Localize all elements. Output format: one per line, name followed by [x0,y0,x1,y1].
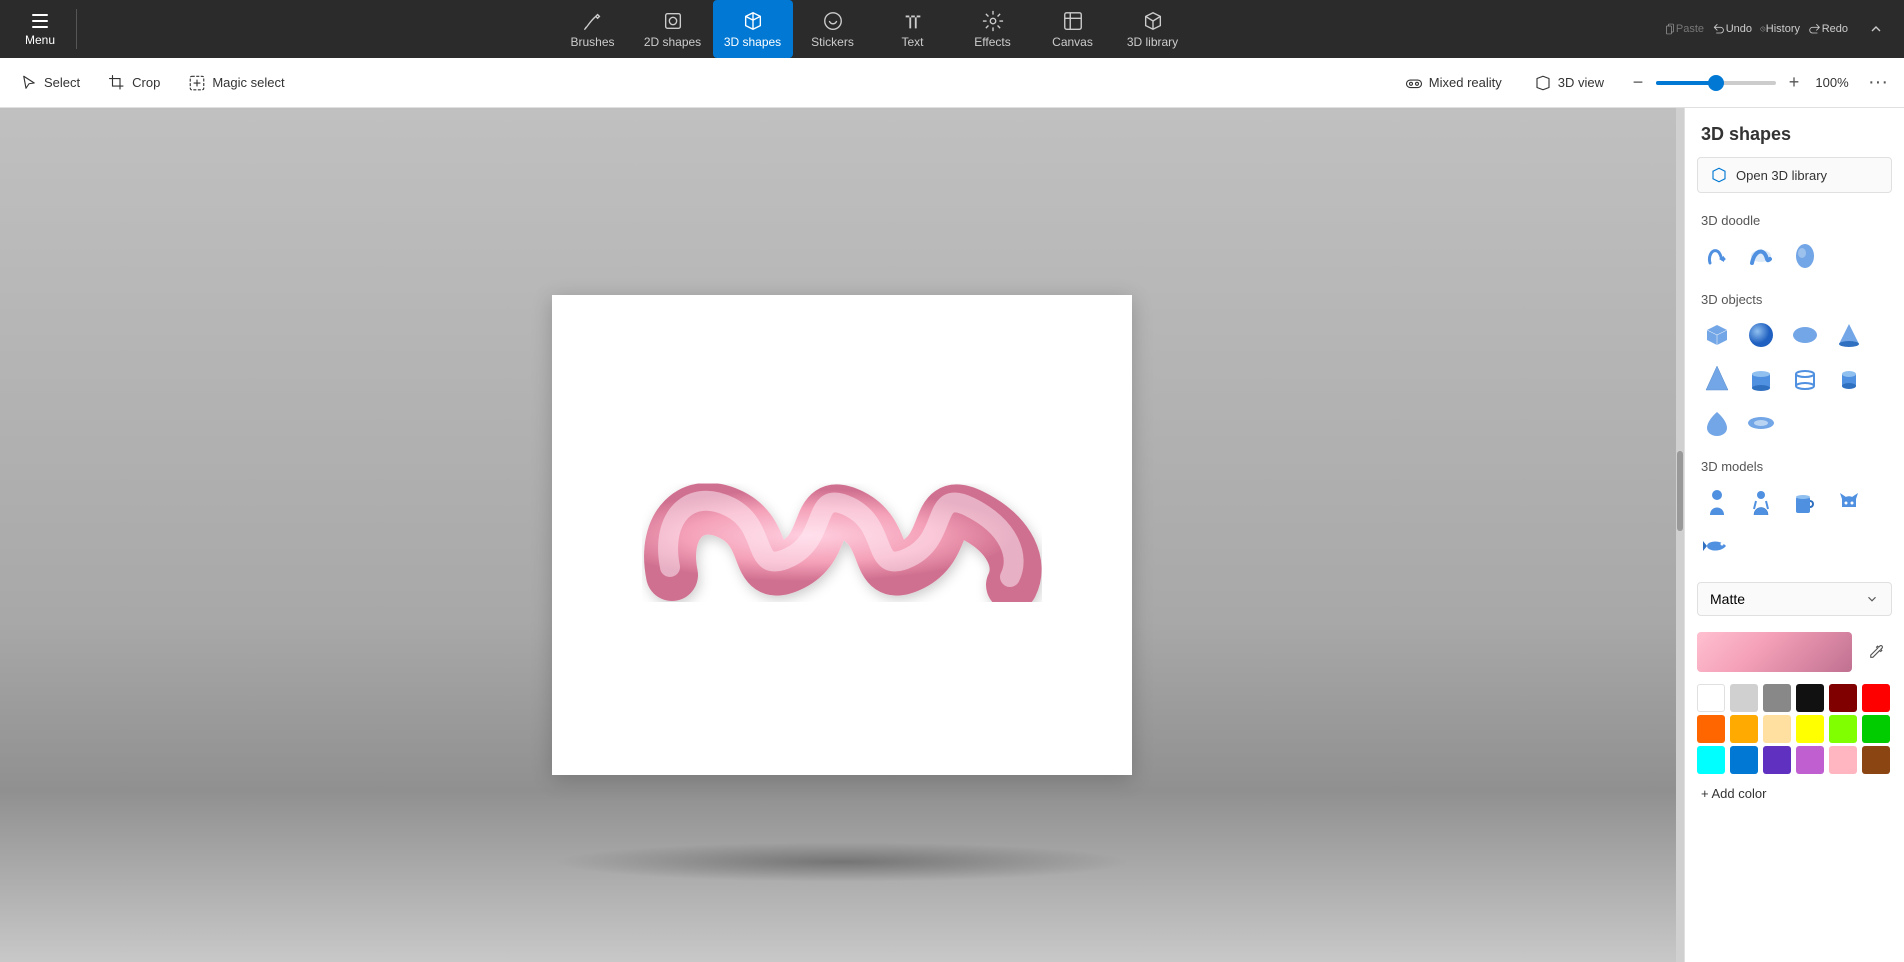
3d-teardrop[interactable] [1697,403,1737,443]
toolbar-stickers[interactable]: Stickers [793,0,873,58]
color-swatch-amber[interactable] [1730,715,1758,743]
vertical-scrollbar[interactable] [1676,108,1684,962]
section-3d-objects-label: 3D objects [1685,284,1904,311]
section-3d-doodle-label: 3D doodle [1685,205,1904,232]
crop-button[interactable]: Crop [96,68,172,98]
toolbar-group: Brushes 2D shapes 3D shapes Stickers [81,0,1664,58]
color-swatch-yellow[interactable] [1796,715,1824,743]
3d-objects-grid [1685,311,1904,451]
zoom-slider[interactable] [1656,81,1776,85]
magic-select-button[interactable]: Magic select [176,68,296,98]
color-palette [1685,680,1904,778]
secondary-toolbar-right: Mixed reality 3D view − + 100% ··· [1393,67,1896,98]
menu-label: Menu [25,33,55,47]
color-swatch-violet[interactable] [1796,746,1824,774]
zoom-in-button[interactable]: + [1780,69,1808,97]
mixed-reality-button[interactable]: Mixed reality [1393,68,1514,98]
3d-doodle-object[interactable] [642,435,1042,635]
paste-button[interactable]: Paste [1664,9,1704,49]
right-panel: 3D shapes Open 3D library 3D doodle [1684,108,1904,962]
3d-sphere[interactable] [1741,315,1781,355]
color-swatch-black[interactable] [1796,684,1824,712]
undo-button[interactable]: Undo [1712,9,1752,49]
zoom-percent: 100% [1812,75,1852,90]
3d-oval[interactable] [1785,315,1825,355]
3d-capsule[interactable] [1829,359,1869,399]
toolbar-2d-shapes[interactable]: 2D shapes [633,0,713,58]
color-swatch-lightgray[interactable] [1730,684,1758,712]
history-button[interactable]: History [1760,9,1800,49]
canvas-shadow [552,842,1132,882]
toolbar-divider [76,9,77,49]
color-swatch-cyan[interactable] [1697,746,1725,774]
3d-cube[interactable] [1697,315,1737,355]
color-swatch-blue[interactable] [1730,746,1758,774]
white-canvas [552,295,1132,775]
3d-model-person2[interactable] [1741,482,1781,522]
top-toolbar: Menu Brushes 2D shapes 3D shapes [0,0,1904,58]
zoom-controls: − + 100% [1624,69,1852,97]
menu-button[interactable]: Menu [8,0,72,58]
color-swatch-pink[interactable] [1829,746,1857,774]
color-swatch-lightyellow[interactable] [1763,715,1791,743]
3d-model-person1[interactable] [1697,482,1737,522]
select-button[interactable]: Select [8,68,92,98]
color-swatch-purple[interactable] [1763,746,1791,774]
open-3d-library-button[interactable]: Open 3D library [1697,157,1892,193]
eyedropper-button[interactable] [1860,636,1892,668]
doodle-shape-1[interactable] [1697,236,1737,276]
more-options-button[interactable]: ··· [1860,67,1896,98]
secondary-toolbar: Select Crop Magic select Mixed reality [0,58,1904,108]
toolbar-brushes[interactable]: Brushes [553,0,633,58]
toolbar-right: Paste Undo History Redo [1664,9,1896,49]
3d-view-button[interactable]: 3D view [1522,68,1616,98]
color-preview-row [1685,624,1904,680]
dropdown-chevron-icon [1865,592,1879,606]
canvas-background [0,108,1684,962]
toolbar-3d-shapes[interactable]: 3D shapes [713,0,793,58]
color-swatch-orange[interactable] [1697,715,1725,743]
color-swatch-brown[interactable] [1862,746,1890,774]
zoom-out-button[interactable]: − [1624,69,1652,97]
color-swatch-lime[interactable] [1829,715,1857,743]
3d-sharp-cone[interactable] [1697,359,1737,399]
3d-model-mug[interactable] [1785,482,1825,522]
redo-button[interactable]: Redo [1808,9,1848,49]
color-preview-box[interactable] [1697,632,1852,672]
3d-cone[interactable] [1829,315,1869,355]
color-swatch-green[interactable] [1862,715,1890,743]
color-swatch-white[interactable] [1697,684,1725,712]
material-dropdown[interactable]: Matte [1697,582,1892,616]
collapse-button[interactable] [1856,9,1896,49]
main-content: 3D shapes Open 3D library 3D doodle [0,108,1904,962]
3d-cylinder[interactable] [1741,359,1781,399]
color-swatch-darkred[interactable] [1829,684,1857,712]
panel-title: 3D shapes [1685,108,1904,153]
color-swatch-gray[interactable] [1763,684,1791,712]
3d-models-grid [1685,478,1904,574]
toolbar-3d-library[interactable]: 3D library [1113,0,1193,58]
3d-model-fish[interactable] [1697,526,1737,566]
color-swatch-red[interactable] [1862,684,1890,712]
3d-doodle-grid [1685,232,1904,284]
canvas-area[interactable] [0,108,1684,962]
3d-disc[interactable] [1741,403,1781,443]
doodle-shape-3[interactable] [1785,236,1825,276]
scrollbar-thumb[interactable] [1677,451,1683,531]
add-color-button[interactable]: + Add color [1685,778,1904,809]
doodle-shape-2[interactable] [1741,236,1781,276]
3d-hollow-cylinder[interactable] [1785,359,1825,399]
toolbar-canvas[interactable]: Canvas [1033,0,1113,58]
section-3d-models-label: 3D models [1685,451,1904,478]
3d-model-cat[interactable] [1829,482,1869,522]
toolbar-effects[interactable]: Effects [953,0,1033,58]
toolbar-text[interactable]: Text [873,0,953,58]
